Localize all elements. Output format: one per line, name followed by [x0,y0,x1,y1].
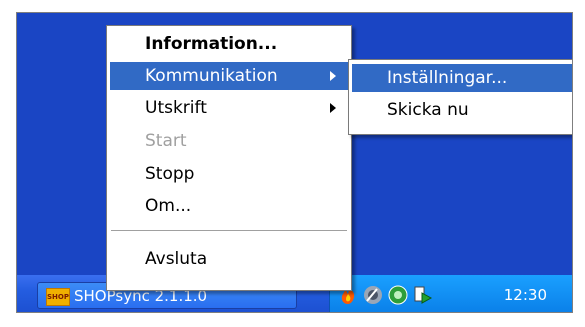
system-tray: 12:30 [329,275,572,312]
submenu-kommunikation: Inställningar... Skicka nu [348,59,572,135]
context-menu: Information... Kommunikation Utskrift St… [106,25,352,291]
menu-item-stopp[interactable]: Stopp [110,160,348,188]
submenu-item-skicka-nu[interactable]: Skicka nu [352,96,572,124]
menu-item-information[interactable]: Information... [110,30,348,58]
menu-item-label: Inställningar... [387,68,508,88]
menu-separator [111,230,347,232]
screenshot-frame: SHOP SHOPsync 2.1.1.0 12:30 Information.… [16,12,573,313]
menu-item-avsluta[interactable]: Avsluta [110,245,348,273]
clock[interactable]: 12:30 [504,286,547,304]
menu-item-label: Information... [145,34,278,54]
menu-item-label: Kommunikation [145,66,278,86]
menu-item-label: Om... [145,196,192,216]
menu-item-label: Start [145,131,187,151]
submenu-arrow-icon [330,71,336,81]
menu-item-label: Stopp [145,164,195,184]
menu-item-label: Avsluta [145,249,208,269]
menu-item-kommunikation[interactable]: Kommunikation [110,62,348,90]
submenu-arrow-icon [330,103,336,113]
menu-item-label: Skicka nu [387,100,469,120]
speaker-icon[interactable] [363,285,383,305]
submenu-item-installningar[interactable]: Inställningar... [352,64,572,92]
media-icon[interactable] [413,285,433,305]
network-icon[interactable] [388,285,408,305]
shop-app-icon: SHOP [46,288,70,306]
menu-item-label: Utskrift [145,98,207,118]
menu-item-start: Start [110,127,348,155]
menu-item-utskrift[interactable]: Utskrift [110,94,348,122]
menu-item-om[interactable]: Om... [110,192,348,220]
